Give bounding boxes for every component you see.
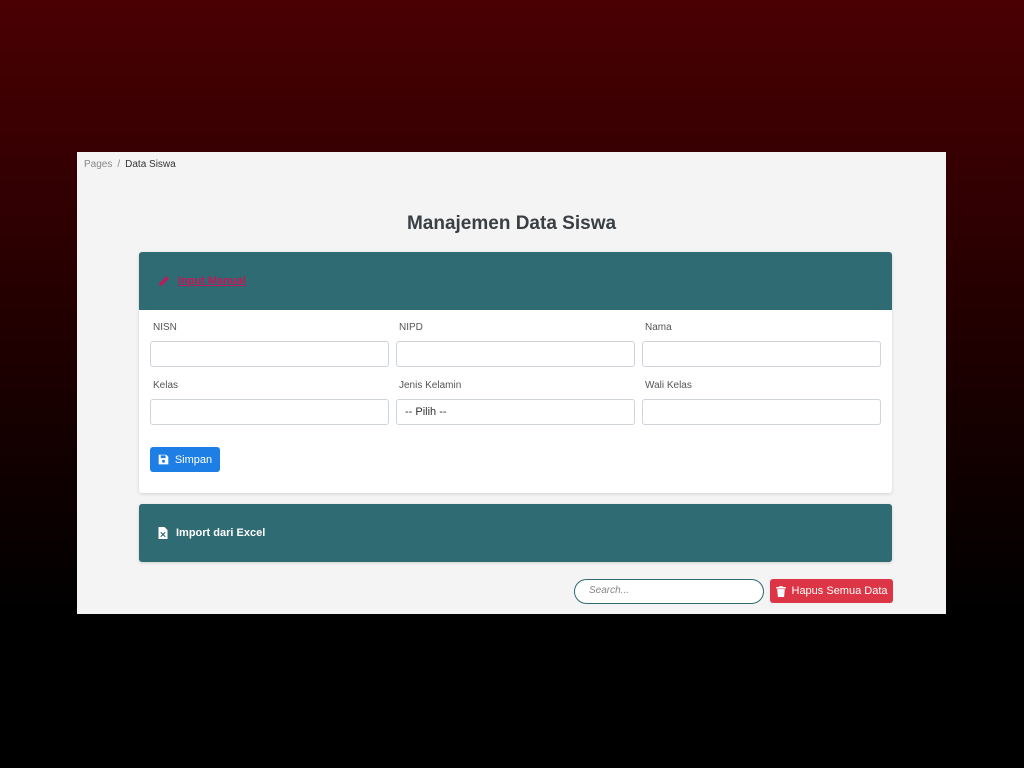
manual-input-link[interactable]: Input Manual bbox=[178, 275, 246, 287]
nipd-label: NIPD bbox=[399, 322, 423, 333]
pencil-icon bbox=[158, 275, 170, 287]
search-input[interactable]: Search... bbox=[574, 579, 764, 604]
manual-input-card: Input Manual NISN NIPD Nama Kelas Jenis … bbox=[139, 252, 892, 493]
kelas-field-group: Kelas bbox=[150, 380, 389, 425]
save-button[interactable]: Simpan bbox=[150, 447, 220, 472]
breadcrumb-separator: / bbox=[117, 159, 121, 170]
breadcrumb: Pages / Data Siswa bbox=[84, 159, 176, 170]
nisn-label: NISN bbox=[153, 322, 177, 333]
nama-input[interactable] bbox=[642, 341, 881, 367]
excel-import-card[interactable]: Import dari Excel bbox=[139, 504, 892, 562]
save-button-label: Simpan bbox=[174, 453, 213, 466]
wali-kelas-input[interactable] bbox=[642, 399, 881, 425]
nisn-field-group: NISN bbox=[150, 322, 389, 367]
delete-all-button[interactable]: Hapus Semua Data bbox=[770, 579, 893, 603]
floppy-disk-icon bbox=[158, 454, 169, 465]
nipd-field-group: NIPD bbox=[396, 322, 635, 367]
nipd-input[interactable] bbox=[396, 341, 635, 367]
wali-kelas-field-group: Wali Kelas bbox=[642, 380, 881, 425]
excel-import-label: Import dari Excel bbox=[176, 527, 266, 539]
breadcrumb-current: Data Siswa bbox=[125, 159, 176, 170]
delete-all-label: Hapus Semua Data bbox=[791, 585, 888, 597]
jenis-kelamin-field-group: Jenis Kelamin -- Pilih -- bbox=[396, 380, 635, 425]
app-window: Pages / Data Siswa Manajemen Data Siswa … bbox=[77, 152, 946, 614]
kelas-label: Kelas bbox=[153, 380, 179, 391]
excel-import-header[interactable]: Import dari Excel bbox=[139, 504, 892, 562]
jenis-kelamin-select[interactable]: -- Pilih -- bbox=[396, 399, 635, 425]
trash-icon bbox=[775, 585, 786, 597]
wali-kelas-label: Wali Kelas bbox=[645, 380, 692, 391]
nisn-input[interactable] bbox=[150, 341, 389, 367]
breadcrumb-root[interactable]: Pages bbox=[84, 159, 112, 170]
jenis-kelamin-label: Jenis Kelamin bbox=[399, 380, 462, 391]
nama-label: Nama bbox=[645, 322, 672, 333]
kelas-input[interactable] bbox=[150, 399, 389, 425]
nama-field-group: Nama bbox=[642, 322, 881, 367]
manual-input-header: Input Manual bbox=[139, 252, 892, 310]
excel-file-icon bbox=[158, 527, 168, 539]
page-title: Manajemen Data Siswa bbox=[406, 213, 617, 234]
